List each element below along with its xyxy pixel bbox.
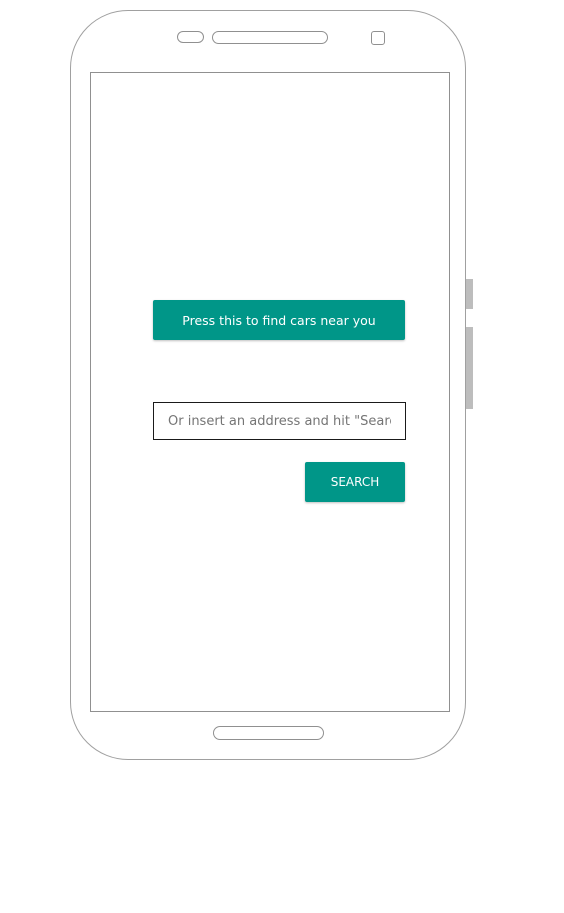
- home-button: [213, 726, 324, 740]
- find-cars-nearby-button[interactable]: Press this to find cars near you: [153, 300, 405, 340]
- search-button[interactable]: SEARCH: [305, 462, 405, 502]
- app-screen: [90, 72, 450, 712]
- device-mockup: Press this to find cars near you SEARCH: [0, 0, 564, 913]
- sensor-icon: [177, 31, 204, 43]
- front-camera-icon: [371, 31, 385, 45]
- power-button: [466, 279, 473, 309]
- address-input[interactable]: [153, 402, 406, 440]
- speaker-grille: [212, 31, 328, 44]
- volume-button: [466, 327, 473, 409]
